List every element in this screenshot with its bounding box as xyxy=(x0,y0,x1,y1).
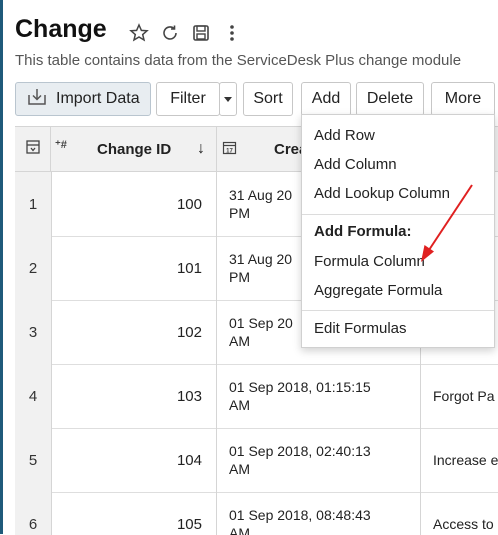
menu-item-aggregate-formula[interactable]: Aggregate Formula xyxy=(314,282,442,299)
filter-button[interactable]: Filter xyxy=(156,82,220,116)
column-header-change-id[interactable]: ⁺# Change ID ↓ xyxy=(51,127,217,171)
created-line-1: 01 Sep 2018, 02:40:13 xyxy=(229,443,371,459)
star-icon[interactable] xyxy=(129,22,149,44)
more-vertical-icon[interactable] xyxy=(222,22,242,44)
table-row[interactable]: 5 104 01 Sep 2018, 02:40:13 AM Increase e xyxy=(15,428,498,493)
row-number: 4 xyxy=(15,364,52,428)
menu-heading-add-formula: Add Formula: xyxy=(314,223,412,240)
cell-created[interactable]: 01 Sep 2018, 01:15:15 AM xyxy=(217,364,421,428)
import-icon xyxy=(26,87,48,112)
sort-down-arrow-icon[interactable]: ↓ xyxy=(197,140,205,158)
created-line-1: 01 Sep 2018, 08:48:43 xyxy=(229,507,371,523)
number-type-icon: ⁺# xyxy=(55,139,67,151)
left-accent-bar xyxy=(0,0,3,534)
menu-item-formula-column[interactable]: Formula Column xyxy=(314,253,425,270)
add-dropdown-menu: Add Row Add Column Add Lookup Column Add… xyxy=(301,114,495,348)
cell-created[interactable]: 01 Sep 2018, 02:40:13 AM xyxy=(217,428,421,492)
created-line-1: 01 Sep 2018, 01:15:15 xyxy=(229,379,371,395)
cell-title[interactable]: Forgot Pa xyxy=(421,364,498,428)
row-number: 5 xyxy=(15,428,52,492)
row-number: 1 xyxy=(15,172,52,236)
row-number: 2 xyxy=(15,236,52,300)
menu-item-add-column[interactable]: Add Column xyxy=(314,156,397,173)
created-line-2: AM xyxy=(229,525,250,535)
table-row[interactable]: 6 105 01 Sep 2018, 08:48:43 AM Access to xyxy=(15,492,498,535)
menu-divider xyxy=(302,310,494,311)
cell-created[interactable]: 01 Sep 2018, 08:48:43 AM xyxy=(217,492,421,535)
delete-button[interactable]: Delete xyxy=(356,82,424,116)
column-label-change-id: Change ID xyxy=(97,140,172,158)
row-number: 3 xyxy=(15,300,52,364)
add-button[interactable]: Add xyxy=(301,82,351,116)
created-line-2: AM xyxy=(229,397,250,413)
page-title: Change xyxy=(15,15,107,43)
cell-change-id[interactable]: 100 xyxy=(51,172,217,236)
filter-dropdown-button[interactable] xyxy=(219,82,237,116)
row-number: 6 xyxy=(15,492,52,535)
svg-text:17: 17 xyxy=(226,149,233,155)
menu-item-add-lookup-column[interactable]: Add Lookup Column xyxy=(314,185,450,202)
row-selector-header[interactable] xyxy=(15,127,51,171)
cell-change-id[interactable]: 103 xyxy=(51,364,217,428)
import-data-label: Import Data xyxy=(56,90,140,107)
menu-item-add-row[interactable]: Add Row xyxy=(314,127,375,144)
cell-change-id[interactable]: 105 xyxy=(51,492,217,535)
save-icon[interactable] xyxy=(191,22,211,44)
menu-item-edit-formulas[interactable]: Edit Formulas xyxy=(314,320,407,337)
menu-divider xyxy=(302,214,494,215)
cell-title[interactable]: Increase e xyxy=(421,428,498,492)
table-row[interactable]: 4 103 01 Sep 2018, 01:15:15 AM Forgot Pa xyxy=(15,364,498,429)
calendar-icon: 17 xyxy=(222,140,237,159)
refresh-icon[interactable] xyxy=(160,22,180,44)
cell-change-id[interactable]: 101 xyxy=(51,236,217,300)
page-subtitle: This table contains data from the Servic… xyxy=(15,52,462,69)
cell-change-id[interactable]: 104 xyxy=(51,428,217,492)
title-actions xyxy=(129,22,242,44)
table-settings-icon[interactable] xyxy=(25,139,41,159)
cell-title[interactable]: Access to xyxy=(421,492,498,535)
more-button[interactable]: More xyxy=(431,82,495,116)
cell-change-id[interactable]: 102 xyxy=(51,300,217,364)
chevron-down-icon xyxy=(223,90,233,108)
sort-button[interactable]: Sort xyxy=(243,82,293,116)
created-line-2: AM xyxy=(229,461,250,477)
import-data-button[interactable]: Import Data xyxy=(15,82,151,116)
